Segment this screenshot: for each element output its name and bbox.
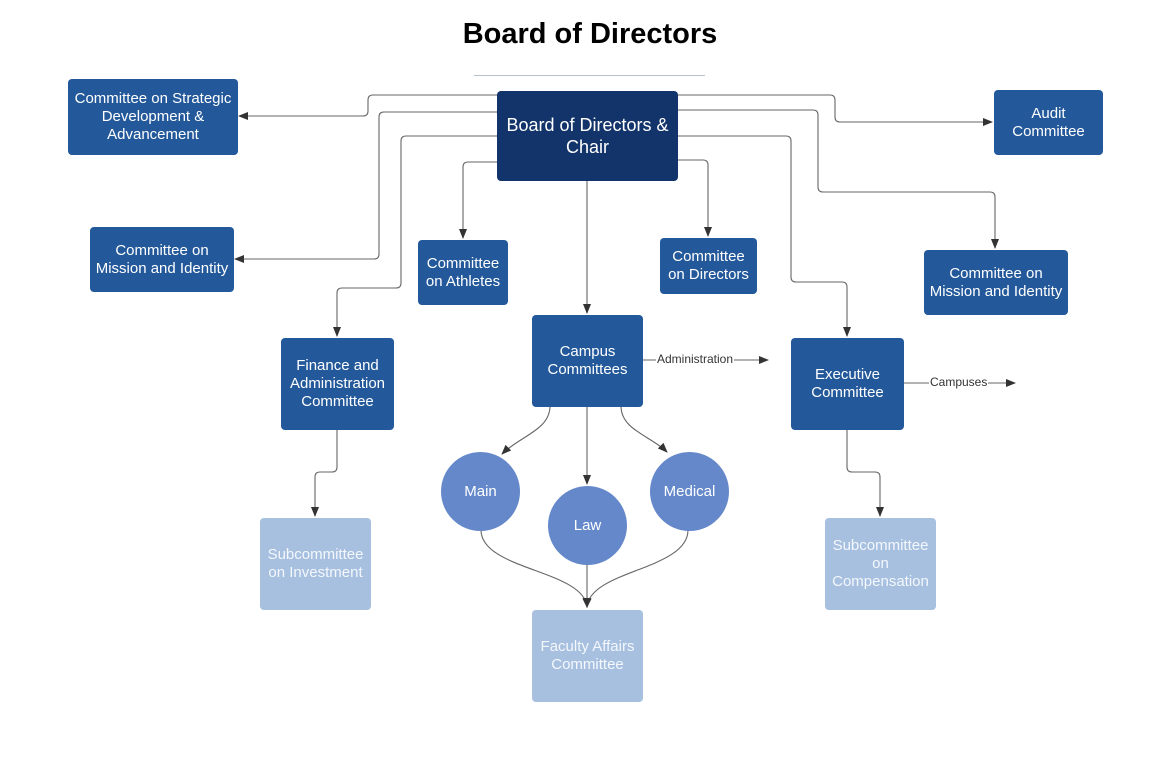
- edge-board-mission-left: [234, 111, 497, 263]
- node-campus-committees[interactable]: Campus Committees: [532, 315, 643, 407]
- edge-board-finance: [333, 135, 497, 337]
- edge-board-audit: [678, 94, 993, 126]
- edge-board-athletes: [459, 161, 497, 239]
- node-subcommittee-investment[interactable]: Subcommittee on Investment: [260, 518, 371, 610]
- edge-campus-main: [501, 405, 551, 455]
- node-finance-administration[interactable]: Finance and Administration Committee: [281, 338, 394, 430]
- edge-label-administration: Administration: [656, 352, 735, 366]
- edge-board-directors: [678, 159, 712, 237]
- edge-finance-investment: [311, 430, 338, 517]
- edge-board-mission-right: [678, 109, 999, 249]
- node-campus-medical[interactable]: Medical: [650, 452, 729, 531]
- edge-board-executive: [678, 135, 851, 337]
- edge-label-campuses: Campuses: [929, 375, 989, 389]
- node-faculty-affairs[interactable]: Faculty Affairs Committee: [532, 610, 643, 702]
- node-strategic-development[interactable]: Committee on Strategic Development & Adv…: [68, 79, 238, 155]
- edge-executive-compensation: [846, 430, 884, 517]
- edge-board-strategic: [238, 94, 497, 120]
- node-campus-law[interactable]: Law: [548, 486, 627, 565]
- node-audit-committee[interactable]: Audit Committee: [994, 90, 1103, 155]
- node-mission-identity-right[interactable]: Committee on Mission and Identity: [924, 250, 1068, 315]
- node-athletes-committee[interactable]: Committee on Athletes: [418, 240, 508, 305]
- node-subcommittee-compensation[interactable]: Subcommittee on Compensation: [825, 518, 936, 610]
- node-directors-committee[interactable]: Committee on Directors: [660, 238, 757, 294]
- node-mission-identity-left[interactable]: Committee on Mission and Identity: [90, 227, 234, 292]
- node-campus-main[interactable]: Main: [441, 452, 520, 531]
- node-executive-committee[interactable]: Executive Committee: [791, 338, 904, 430]
- node-board-chair[interactable]: Board of Directors & Chair: [497, 91, 678, 181]
- edge-campus-medical: [620, 405, 668, 453]
